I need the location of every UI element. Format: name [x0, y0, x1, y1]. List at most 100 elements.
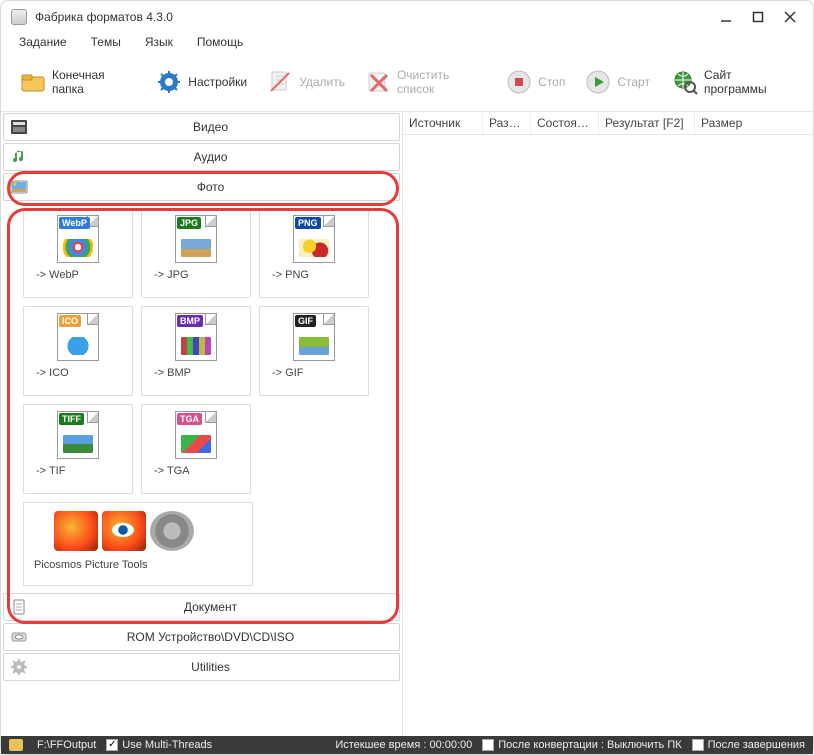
statusbar: F:\FFOutput Use Multi-Threads Истекшее в…: [1, 736, 813, 754]
disc-drive-icon: [10, 628, 28, 646]
delete-icon: [267, 69, 293, 95]
category-audio[interactable]: Аудио: [3, 143, 400, 171]
menu-help[interactable]: Помощь: [193, 33, 247, 51]
file-thumb-icon: TIFF: [57, 411, 99, 459]
file-thumb-icon: BMP: [175, 313, 217, 361]
format-cell-ico[interactable]: ICO -> ICO: [23, 306, 133, 396]
checkbox-icon: [482, 739, 494, 751]
status-after-conv[interactable]: После конвертации : Выключить ПК: [482, 739, 681, 751]
toolbar: Конечная папка Настройки Удалить Очистит…: [1, 57, 813, 112]
format-label: -> TGA: [142, 465, 190, 477]
folder-icon: [20, 69, 46, 95]
menu-language[interactable]: Язык: [141, 33, 177, 51]
document-icon: [10, 598, 28, 616]
category-rom[interactable]: ROM Устройство\DVD\CD\ISO: [3, 623, 400, 651]
close-button[interactable]: [783, 10, 797, 24]
site-label: Сайт программы: [704, 68, 794, 96]
format-cell-webp[interactable]: WebP -> WebP: [23, 208, 133, 298]
clear-list-label: Очистить список: [397, 68, 486, 96]
category-document-label: Документ: [28, 600, 393, 614]
format-label: -> PNG: [260, 269, 309, 281]
stop-button[interactable]: Стоп: [497, 64, 574, 100]
list-body[interactable]: [403, 135, 813, 736]
status-output-path[interactable]: F:\FFOutput: [37, 739, 96, 751]
picosmos-icon-gear: [150, 511, 194, 551]
format-label: -> TIF: [24, 465, 65, 477]
photo-icon: [10, 178, 28, 196]
col-state[interactable]: Состояние: [531, 112, 599, 134]
globe-search-icon: [672, 69, 698, 95]
play-icon: [585, 69, 611, 95]
picosmos-label: Picosmos Picture Tools: [34, 559, 148, 571]
category-photo[interactable]: Фото: [3, 173, 400, 201]
format-label: -> WebP: [24, 269, 79, 281]
category-audio-label: Аудио: [28, 150, 393, 164]
format-label: -> BMP: [142, 367, 191, 379]
format-cell-bmp[interactable]: BMP -> BMP: [141, 306, 251, 396]
format-cell-tga[interactable]: TGA -> TGA: [141, 404, 251, 494]
file-thumb-icon: PNG: [293, 215, 335, 263]
format-label: -> JPG: [142, 269, 189, 281]
picosmos-icon-eye: [102, 511, 146, 551]
category-photo-label: Фото: [28, 180, 393, 194]
delete-label: Удалить: [299, 75, 345, 89]
left-panel: Видео Аудио Фото WebP -> WebP JPG -> JPG PNG…: [1, 112, 403, 736]
list-header: Источник Разм... Состояние Результат [F2…: [403, 112, 813, 135]
format-label: -> GIF: [260, 367, 303, 379]
site-button[interactable]: Сайт программы: [663, 63, 803, 101]
music-icon: [10, 148, 28, 166]
picosmos-icon-1: [54, 511, 98, 551]
col-source[interactable]: Источник: [403, 112, 483, 134]
start-label: Старт: [617, 75, 650, 89]
right-panel: Источник Разм... Состояние Результат [F2…: [403, 112, 813, 736]
file-thumb-icon: WebP: [57, 215, 99, 263]
format-grid: WebP -> WebP JPG -> JPG PNG -> PNG ICO -> ICO BM…: [1, 202, 402, 592]
status-folder-icon[interactable]: [9, 739, 23, 751]
window-title: Фабрика форматов 4.3.0: [35, 10, 719, 24]
minimize-button[interactable]: [719, 10, 733, 24]
menu-task[interactable]: Задание: [15, 33, 71, 51]
maximize-button[interactable]: [751, 10, 765, 24]
col-result[interactable]: Результат [F2]: [599, 112, 695, 134]
file-thumb-icon: JPG: [175, 215, 217, 263]
app-icon: [11, 9, 27, 25]
settings-button[interactable]: Настройки: [147, 64, 256, 100]
settings-label: Настройки: [188, 75, 247, 89]
menubar: Задание Темы Язык Помощь: [1, 29, 813, 57]
format-cell-picosmos[interactable]: Picosmos Picture Tools: [23, 502, 253, 586]
video-icon: [10, 118, 28, 136]
file-thumb-icon: TGA: [175, 411, 217, 459]
gear-icon: [156, 69, 182, 95]
output-folder-button[interactable]: Конечная папка: [11, 63, 145, 101]
file-thumb-icon: ICO: [57, 313, 99, 361]
category-video-label: Видео: [28, 120, 393, 134]
clear-icon: [365, 69, 391, 95]
status-after-done[interactable]: После завершения: [692, 739, 805, 751]
status-multithread[interactable]: Use Multi-Threads: [106, 739, 212, 751]
delete-button[interactable]: Удалить: [258, 64, 354, 100]
checkbox-icon: [106, 739, 118, 751]
status-elapsed: Истекшее время : 00:00:00: [335, 739, 472, 751]
col-size[interactable]: Разм...: [483, 112, 531, 134]
category-utilities[interactable]: Utilities: [3, 653, 400, 681]
category-utilities-label: Utilities: [28, 660, 393, 674]
col-size2[interactable]: Размер: [695, 112, 813, 134]
stop-label: Стоп: [538, 75, 565, 89]
clear-list-button[interactable]: Очистить список: [356, 63, 495, 101]
format-cell-jpg[interactable]: JPG -> JPG: [141, 208, 251, 298]
stop-icon: [506, 69, 532, 95]
checkbox-icon: [692, 739, 704, 751]
category-rom-label: ROM Устройство\DVD\CD\ISO: [28, 630, 393, 644]
category-video[interactable]: Видео: [3, 113, 400, 141]
category-document[interactable]: Документ: [3, 593, 400, 621]
gear-small-icon: [10, 658, 28, 676]
menu-themes[interactable]: Темы: [87, 33, 125, 51]
format-cell-png[interactable]: PNG -> PNG: [259, 208, 369, 298]
output-folder-label: Конечная папка: [52, 68, 136, 96]
start-button[interactable]: Старт: [576, 64, 659, 100]
file-thumb-icon: GIF: [293, 313, 335, 361]
titlebar: Фабрика форматов 4.3.0: [1, 1, 813, 29]
format-cell-tiff[interactable]: TIFF -> TIF: [23, 404, 133, 494]
format-cell-gif[interactable]: GIF -> GIF: [259, 306, 369, 396]
format-label: -> ICO: [24, 367, 69, 379]
